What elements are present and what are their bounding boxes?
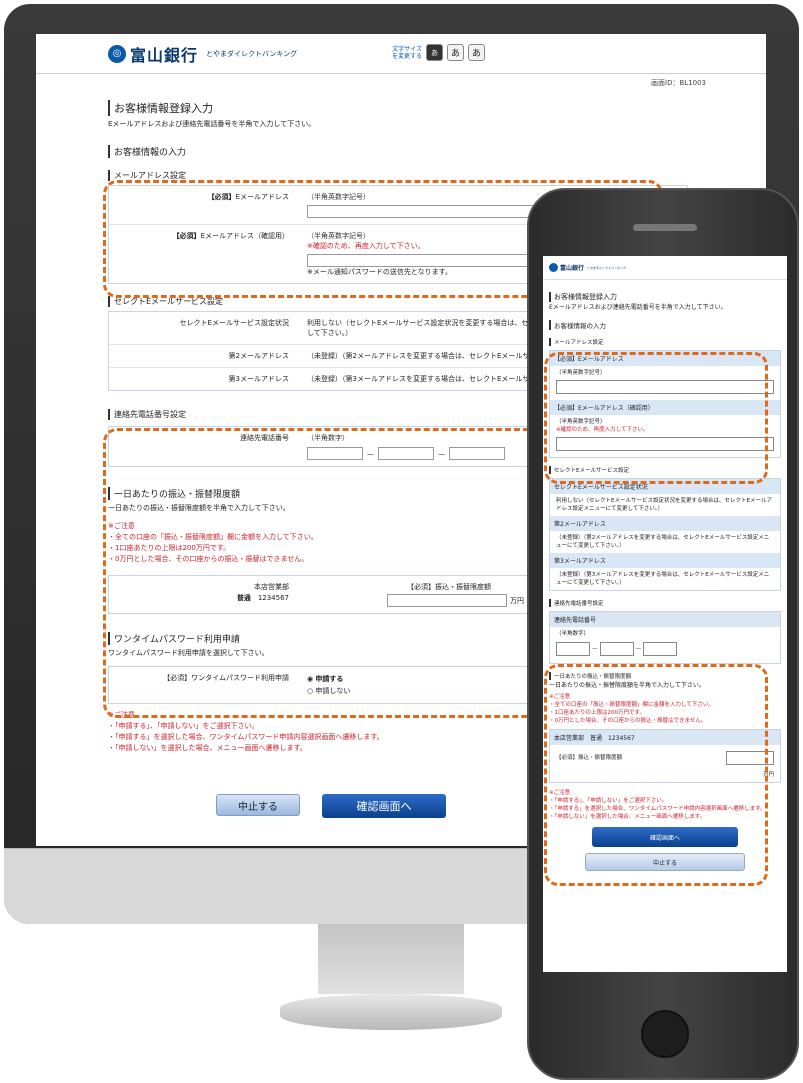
limit-input[interactable] [387, 594, 507, 607]
phone-speaker [633, 224, 697, 231]
mobile-email-confirm-input[interactable] [556, 437, 774, 451]
input-heading: お客様情報の入力 [108, 145, 688, 158]
radio-empty-icon: ○ [307, 687, 314, 695]
mobile-otp-caution-title: ※ご注意 [549, 790, 571, 796]
smartphone: 富山銀行 とやまダイレクトバンキング お客様情報登録入力 Eメールアドレスおよび… [527, 188, 799, 1080]
mail-section-title: メールアドレス設定 [108, 170, 688, 181]
bank-logo-icon: ◎ [108, 44, 126, 63]
mobile-select-status-band: セレクトEメールサービス設定状況 [550, 479, 780, 494]
confirm-button[interactable]: 確認画面へ [322, 794, 446, 818]
mobile-page-lead: Eメールアドレスおよび連絡先電話番号を半角で入力して下さい。 [549, 304, 727, 311]
font-size-medium-button[interactable]: あ [447, 44, 464, 61]
cancel-button[interactable]: 中止する [216, 794, 300, 816]
font-size-label: 文字サイズを変更する [391, 45, 422, 60]
mobile-logo-icon [549, 263, 558, 272]
mobile-select-mail-block: セレクトEメールサービス設定状況 利用しない（セレクトEメールサービス設定状況を… [549, 478, 781, 591]
monitor-neck [318, 924, 464, 994]
action-buttons: 中止する 確認画面へ [216, 794, 446, 818]
mobile-phone-input-2[interactable] [599, 642, 634, 656]
mail3-label: 第3メールアドレス [228, 375, 289, 383]
mail2-label: 第2メールアドレス [228, 352, 289, 360]
account-type: 普通 [236, 594, 251, 602]
home-button[interactable] [641, 1010, 689, 1058]
mobile-limit-caution-3: ・0万円とした場合、その口座からの振込・振替はできません。 [549, 718, 707, 724]
mobile-phone-band: 連絡先電話番号 [550, 612, 780, 627]
mobile-email-block: 【必須】Eメールアドレス （半角英数字記号） 【必須】Eメールアドレス（確認用）… [549, 350, 781, 458]
otp-apply-label: 申請する [315, 675, 344, 683]
email-confirm-label: Eメールアドレス（確認用） [200, 232, 289, 240]
mobile-email-input[interactable] [556, 380, 774, 394]
service-name: とやまダイレクトバンキング [206, 49, 298, 58]
phone-input-2[interactable] [378, 447, 434, 460]
page-title: お客様情報登録入力 [108, 100, 688, 116]
mobile-phone-input-1[interactable] [556, 642, 590, 656]
mobile-email-band: 【必須】Eメールアドレス [550, 351, 780, 366]
mobile-input-heading: お客様情報の入力 [549, 320, 781, 330]
mobile-limit-caution-title: ※ご注意 [549, 694, 571, 700]
mobile-mail-section: メールアドレス設定 [549, 338, 781, 346]
screen-id: 画面ID：BL1003 [651, 79, 706, 87]
mobile-phone-section: 連絡先電話番号設定 [549, 599, 781, 607]
select-status-label: セレクトEメールサービス設定状況 [179, 319, 289, 327]
page-lead: Eメールアドレスおよび連絡先電話番号を半角で入力して下さい。 [108, 120, 316, 128]
mobile-otp-caution-2: ・「申請する」を選択した場合、ワンタイムパスワード申請内容選択画面へ遷移します。 [549, 806, 766, 812]
phone-input-3[interactable] [449, 447, 505, 460]
mobile-select-mail-section: セレクトEメールサービス設定 [549, 466, 781, 474]
account-branch: 本店営業部 [254, 583, 289, 591]
mobile-otp-caution-3: ・「申請しない」を選択した場合、メニュー画面へ遷移します。 [549, 814, 706, 820]
mobile-content: お客様情報登録入力 Eメールアドレスおよび連絡先電話番号を半角で入力して下さい。… [543, 280, 787, 877]
radio-selected-icon: ◉ [307, 675, 314, 683]
mobile-service-name: とやまダイレクトバンキング [587, 265, 627, 270]
mobile-mail2-value: （未登録）（第2メールアドレスを変更する場合は、セレクトEメールサービス設定メニ… [556, 535, 770, 549]
mobile-limit-caution-1: ・全ての口座の「振込・振替限度額」欄に金額を入力して下さい。 [549, 702, 714, 708]
bank-logo[interactable]: ◎ 富山銀行 とやまダイレクトバンキング [108, 42, 297, 66]
illustration: ◎ 富山銀行 とやまダイレクトバンキング 文字サイズを変更する あ あ あ 画面… [0, 0, 803, 1083]
email-label: Eメールアドレス [235, 193, 289, 201]
limit-unit: 万円 [510, 596, 524, 605]
font-size-large-button[interactable]: あ [468, 44, 485, 61]
mobile-email-hint: （半角英数字記号） [556, 370, 606, 376]
mobile-otp-caution: ※ご注意 ・「申請する」、「申請しない」をご選択下さい。 ・「申請する」を選択し… [549, 789, 781, 821]
otp-not-apply-label: 申請しない [315, 687, 351, 695]
mobile-email-confirm-hint: （半角英数字記号） [556, 419, 606, 425]
otp-label: 【必須】ワンタイムパスワード利用申請 [163, 674, 289, 682]
mobile-mail2-band: 第2メールアドレス [550, 516, 780, 531]
mobile-email-confirm-band: 【必須】Eメールアドレス（確認用） [550, 400, 780, 415]
email-required: 【必須】 [207, 193, 236, 201]
mobile-header: 富山銀行 とやまダイレクトバンキング [543, 256, 787, 280]
font-size-switcher: 文字サイズを変更する あ あ あ [388, 44, 485, 61]
mobile-phone-inputs: — — [556, 642, 774, 656]
mobile-otp-caution-1: ・「申請する」、「申請しない」をご選択下さい。 [549, 798, 668, 804]
mobile-cancel-button[interactable]: 中止する [585, 853, 745, 871]
mobile-limit-heading: 一日あたりの振込・振替限度額 [549, 672, 781, 680]
mobile-phone-input-3[interactable] [643, 642, 677, 656]
phone-label: 連絡先電話番号 [240, 434, 289, 442]
mobile-limit-label: 【必須】振込・振替限度額 [556, 755, 623, 761]
mobile-select-status-value: 利用しない（セレクトEメールサービス設定状況を変更する場合は、セレクトEメールア… [556, 498, 772, 512]
site-header: ◎ 富山銀行 とやまダイレクトバンキング 文字サイズを変更する あ あ あ [36, 34, 766, 74]
mobile-limit-caution-2: ・1口座あたりの上限は200万円です。 [549, 710, 645, 716]
bank-name: 富山銀行 [130, 45, 199, 65]
mobile-mail3-band: 第3メールアドレス [550, 553, 780, 568]
mobile-limit-caution: ※ご注意 ・全ての口座の「振込・振替限度額」欄に金額を入力して下さい。 ・1口座… [549, 693, 781, 725]
mobile-confirm-button[interactable]: 確認画面へ [592, 827, 738, 847]
mobile-limit-input[interactable] [726, 751, 774, 765]
mobile-limit-block: 本店営業部 普通 1234567 【必須】振込・振替限度額 万円 [549, 729, 781, 783]
mobile-screen: 富山銀行 とやまダイレクトバンキング お客様情報登録入力 Eメールアドレスおよび… [543, 256, 787, 972]
mobile-phone-hint: （半角数字） [556, 631, 590, 637]
email-confirm-required: 【必須】 [172, 232, 201, 240]
mobile-bank-name: 富山銀行 [560, 265, 585, 272]
mobile-phone-block: 連絡先電話番号 （半角数字） — — [549, 611, 781, 664]
mobile-limit-unit: 万円 [762, 772, 774, 778]
account-number: 1234567 [257, 594, 289, 602]
mobile-limit-lead: 一日あたりの振込・振替限度額を半角で入力して下さい。 [549, 682, 705, 689]
mobile-page-title: お客様情報登録入力 [549, 292, 781, 302]
mobile-account-band: 本店営業部 普通 1234567 [550, 730, 780, 745]
mobile-email-confirm-warning: ※確認のため、再度入力して下さい。 [556, 427, 649, 433]
monitor-foot [280, 994, 502, 1030]
font-size-small-button[interactable]: あ [426, 44, 443, 61]
phone-input-1[interactable] [307, 447, 363, 460]
mobile-mail3-value: （未登録）（第3メールアドレスを変更する場合は、セレクトEメールサービス設定メニ… [556, 572, 770, 586]
